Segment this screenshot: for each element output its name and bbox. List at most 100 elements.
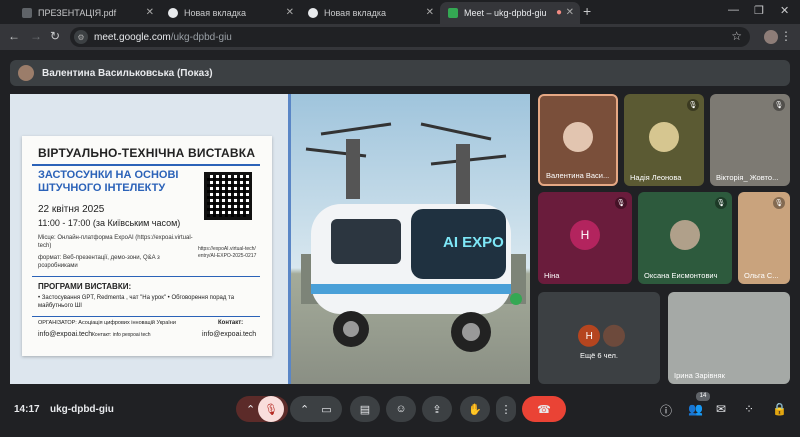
profile-avatar[interactable] bbox=[764, 30, 778, 44]
chrome-icon bbox=[168, 8, 178, 18]
avatar bbox=[563, 122, 593, 152]
browser-menu-icon[interactable]: ⋮ bbox=[780, 29, 792, 43]
flying-bus-image: AI EXPO bbox=[288, 94, 530, 384]
participant-name: Ірина Зарівняк bbox=[674, 371, 725, 380]
back-icon[interactable]: ← bbox=[8, 29, 20, 43]
participant-count-badge: 14 bbox=[696, 392, 710, 401]
tab-new-2[interactable]: Новая вкладка ✕ bbox=[300, 2, 440, 24]
minimize-icon[interactable]: — bbox=[728, 4, 739, 16]
participant-tile[interactable]: 🎙 Н Ніна bbox=[538, 192, 632, 284]
program-items: • Застосування GPT, Redmenta , чат "На у… bbox=[38, 295, 235, 309]
new-tab-icon[interactable]: + bbox=[583, 3, 591, 19]
flyer-title: ВІРТУАЛЬНО-ТЕХНІЧНА ВИСТАВКА bbox=[38, 146, 256, 160]
close-window-icon[interactable]: ✕ bbox=[780, 4, 789, 17]
tab-new-1[interactable]: Новая вкладка ✕ bbox=[160, 2, 300, 24]
participant-name: Ольга С... bbox=[744, 271, 779, 280]
participant-name: Ніна bbox=[544, 271, 560, 280]
reactions-button[interactable]: ☺ bbox=[386, 396, 416, 422]
site-info-icon[interactable]: ⚙ bbox=[74, 30, 88, 44]
avatar bbox=[649, 122, 679, 152]
captions-button[interactable]: ▤ bbox=[350, 396, 380, 422]
participant-name: Оксана Еисмонтович bbox=[644, 271, 718, 280]
participant-tile[interactable]: 🎙 Ольга С... bbox=[738, 192, 790, 284]
organizer-text: ОРГАНІЗАТОР: Асоціація цифрових інноваці… bbox=[38, 320, 176, 326]
program-title: ПРОГРАМИ ВИСТАВКИ: bbox=[38, 282, 132, 291]
event-time: 11:00 - 17:00 (за Київським часом) bbox=[38, 218, 181, 228]
participant-grid: Валентина Васи... 🎙 Надія Леонова 🎙 Вікт… bbox=[538, 94, 790, 384]
mic-off-icon: 🎙 bbox=[773, 99, 785, 111]
bookmark-star-icon[interactable]: ☆ bbox=[731, 29, 742, 43]
pdf-icon bbox=[22, 8, 32, 18]
close-tab-icon[interactable]: ✕ bbox=[426, 7, 434, 18]
leave-call-button[interactable]: ☎ bbox=[522, 396, 566, 422]
hang-up-icon: ☎ bbox=[537, 403, 551, 416]
event-date: 22 квітня 2025 bbox=[38, 204, 105, 215]
participant-tile[interactable]: 🎙 Оксана Еисмонтович bbox=[638, 192, 732, 284]
forward-icon[interactable]: → bbox=[30, 29, 42, 43]
video-options-button[interactable]: ⌃ ▭ bbox=[290, 396, 342, 422]
mic-toggle-button[interactable]: 🎙 bbox=[258, 396, 284, 422]
meeting-controls: 14:17 ukg-dpbd-giu ⌃ 🎙 ⌃ ▭ ▤ ☺ ⇪ ✋ ⋮ ☎ ⓘ… bbox=[0, 392, 800, 437]
event-place: Місце: Онлайн-платформа ExpoAI (https://… bbox=[38, 235, 193, 249]
chevron-up-icon: ⌃ bbox=[300, 403, 310, 416]
tab-meet[interactable]: Meet – ukg-dpbd-giu ● ✕ bbox=[440, 2, 580, 24]
chrome-icon bbox=[308, 8, 318, 18]
tab-title: Новая вкладка bbox=[184, 8, 247, 18]
more-options-button[interactable]: ⋮ bbox=[496, 396, 516, 422]
event-format: формат: Веб-презентації, демо-зони, Q&A … bbox=[38, 255, 160, 269]
contact-small-text: Контакт: info pexpoai tech bbox=[92, 332, 151, 338]
qr-code-icon bbox=[204, 172, 252, 220]
browser-tab-strip: ПРЕЗЕНТАЦІЯ.pdf ✕ Новая вкладка ✕ Новая … bbox=[0, 0, 800, 24]
mic-off-icon: 🎙 bbox=[715, 197, 727, 209]
participant-name: Надія Леонова bbox=[630, 173, 682, 182]
participant-name: Валентина Васи... bbox=[546, 171, 610, 180]
contact-email: info@expoai.tech bbox=[202, 331, 257, 338]
ai-expo-sign: AI EXPO bbox=[443, 234, 504, 251]
organizer-email: info@expoai.tech bbox=[38, 331, 93, 338]
url-path: /ukg-dpbd-giu bbox=[170, 31, 232, 43]
presenter-name: Валентина Васильковська (Показ) bbox=[42, 67, 213, 79]
more-vert-icon: ⋮ bbox=[500, 403, 512, 416]
url-host: meet.google.com bbox=[94, 31, 171, 43]
activities-icon[interactable]: ⁘ bbox=[744, 402, 754, 416]
close-tab-icon[interactable]: ✕ bbox=[286, 7, 294, 18]
tab-presentation-pdf[interactable]: ПРЕЗЕНТАЦІЯ.pdf ✕ bbox=[14, 2, 160, 24]
flyer-headline: ЗАСТОСУНКИ НА ОСНОВІ ШТУЧНОГО ІНТЕЛЕКТУ bbox=[38, 169, 179, 194]
presenter-avatar bbox=[18, 65, 34, 81]
divider bbox=[32, 164, 260, 166]
participant-tile[interactable]: 🎙 Вікторія_ Жовто... bbox=[710, 94, 790, 186]
more-participants-tile[interactable]: Н Ещё 6 чел. bbox=[538, 292, 660, 384]
participant-tile[interactable]: Ірина Зарівняк bbox=[668, 292, 790, 384]
participant-tile[interactable]: Валентина Васи... bbox=[538, 94, 618, 186]
divider bbox=[32, 276, 260, 277]
meeting-code: ukg-dpbd-giu bbox=[50, 404, 114, 415]
tab-title: ПРЕЗЕНТАЦІЯ.pdf bbox=[38, 8, 117, 18]
mic-off-icon: 🎙 bbox=[687, 99, 699, 111]
mic-off-icon: 🎙 bbox=[773, 197, 785, 209]
host-controls-icon[interactable]: 🔒 bbox=[772, 402, 787, 416]
people-icon[interactable]: 👥 bbox=[688, 402, 703, 416]
meet-icon bbox=[448, 8, 458, 18]
presentation-stage: ВІРТУАЛЬНО-ТЕХНІЧНА ВИСТАВКА ЗАСТОСУНКИ … bbox=[10, 94, 530, 384]
restore-icon[interactable]: ❐ bbox=[754, 4, 764, 17]
participant-tile[interactable]: 🎙 Надія Леонова bbox=[624, 94, 704, 186]
close-tab-icon[interactable]: ✕ bbox=[146, 7, 154, 18]
address-bar[interactable]: ⚙ meet.google.com/ukg-dpbd-giu ☆ bbox=[70, 27, 750, 47]
close-tab-icon[interactable]: ✕ bbox=[566, 7, 574, 18]
avatar bbox=[670, 220, 700, 250]
present-button[interactable]: ⇪ bbox=[422, 396, 452, 422]
info-icon[interactable]: ⓘ bbox=[660, 402, 672, 419]
reload-icon[interactable]: ↻ bbox=[50, 29, 60, 43]
browser-toolbar: ← → ↻ ⚙ meet.google.com/ukg-dpbd-giu ☆ bbox=[0, 24, 800, 50]
raise-hand-button[interactable]: ✋ bbox=[460, 396, 490, 422]
avatar: Н bbox=[570, 220, 600, 250]
participant-name: Вікторія_ Жовто... bbox=[716, 173, 779, 182]
qr-link-text: https://expoAI.virtual-tech/ entry/AI-EX… bbox=[198, 246, 257, 259]
contact-label: Контакт: bbox=[218, 320, 244, 326]
present-icon: ⇪ bbox=[432, 403, 442, 416]
avatar: Н bbox=[578, 324, 601, 347]
divider bbox=[32, 316, 260, 317]
mic-off-icon: 🎙 bbox=[264, 403, 278, 416]
chat-icon[interactable]: ✉ bbox=[716, 402, 726, 416]
more-participants-label: Ещё 6 чел. bbox=[580, 351, 618, 360]
